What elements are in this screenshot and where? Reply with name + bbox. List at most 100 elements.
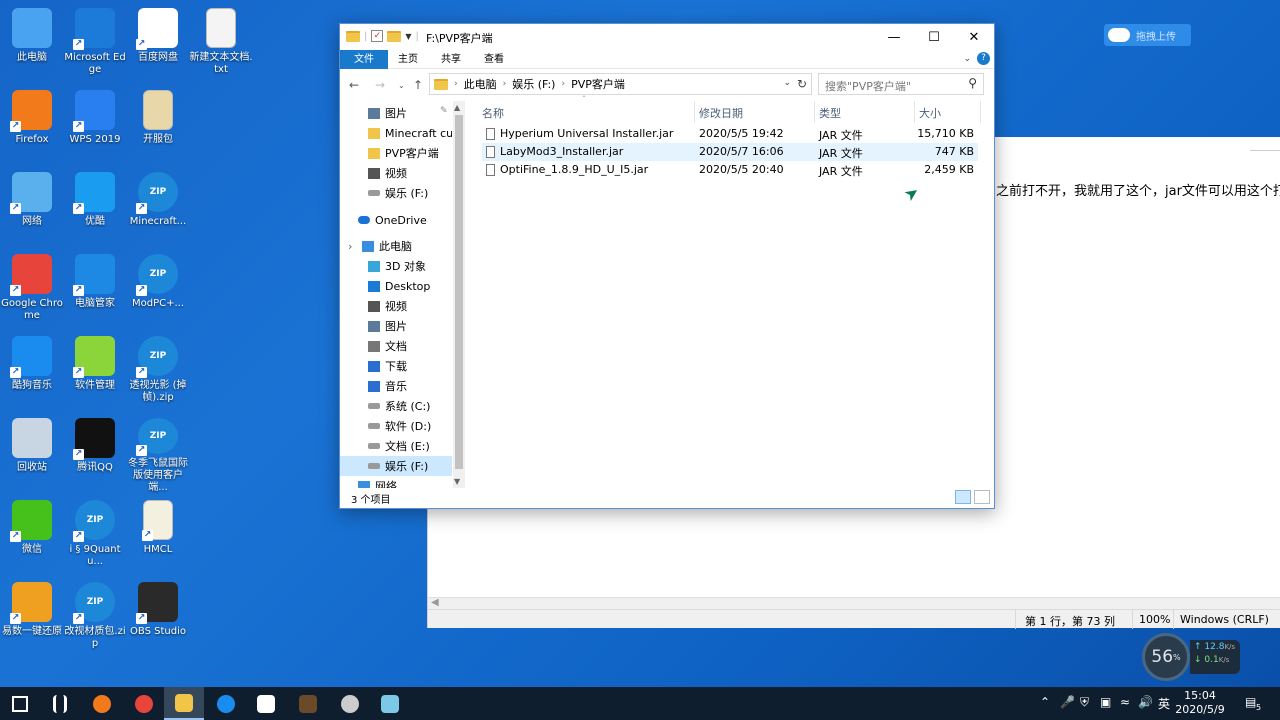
refresh-icon[interactable]: ↻ [797,77,807,91]
column-date[interactable]: 修改日期 [699,105,743,121]
notepad-text[interactable]: 之前打不开，我就用了这个，jar文件可以用这个打 [996,180,1280,199]
nav-item[interactable]: Desktop [340,276,452,296]
taskbar-minecraft-button[interactable] [288,687,328,720]
scroll-down-icon[interactable]: ▼ [454,477,460,486]
nav-item[interactable]: 文档 [340,336,452,356]
desktop-icon[interactable]: 百度网盘 [126,4,190,84]
desktop-icon[interactable]: ZIP 冬季飞鼠国际版使用客户端... [126,414,190,494]
back-icon[interactable]: ← [349,78,359,92]
column-name[interactable]: 名称 [482,105,504,121]
taskbar-store-button[interactable] [246,687,286,720]
nav-item[interactable]: 娱乐 (F:) [340,183,452,203]
scroll-up-icon[interactable]: ▲ [454,103,460,112]
nav-scrollbar-thumb[interactable] [455,115,463,469]
pin-icon[interactable]: ✎ [440,106,448,116]
nav-item[interactable]: 文档 (E:) [340,436,452,456]
breadcrumb-pvp-folder[interactable]: PVP客户端 [571,76,625,92]
desktop-icon[interactable]: 酷狗音乐 [0,332,64,412]
nav-item[interactable]: 娱乐 (F:) [340,456,452,476]
desktop-icon[interactable]: 此电脑 [0,4,64,84]
network-speed-widget[interactable]: 56% ↑ 12.8K/s ↓ 0.1K/s [1142,633,1240,681]
desktop-icon[interactable]: WPS 2019 [63,86,127,166]
up-icon[interactable]: ↑ [413,78,423,92]
notepad-horizontal-scrollbar[interactable]: ◀ [428,597,1280,609]
taskbar-obs-button[interactable] [330,687,370,720]
file-row[interactable]: LabyMod3_Installer.jar 2020/5/7 16:06 JAR … [482,143,978,161]
wifi-icon[interactable]: ≈ [1120,695,1130,709]
nav-item[interactable]: 3D 对象 [340,256,452,276]
search-icon[interactable]: ⚲ [968,76,977,90]
desktop-icon[interactable]: ZIP ⅰ § 9Quantu... [63,496,127,576]
tab-share[interactable]: 共享 [441,50,461,69]
nav-scrollbar[interactable]: ▲ ▼ [453,101,465,488]
taskbar-explorer-button[interactable] [164,687,204,720]
taskbar-start-button[interactable] [0,687,40,720]
desktop-icon[interactable]: 开服包 [126,86,190,166]
address-history-icon[interactable]: ⌄ [783,78,791,88]
notification-center-icon[interactable]: ▤ [1245,695,1256,709]
desktop-icon[interactable]: 腾讯QQ [63,414,127,494]
desktop-icon[interactable]: 软件管理 [63,332,127,412]
nav-item[interactable]: PVP客户端 [340,143,452,163]
desktop-icon[interactable]: 优酷 [63,168,127,248]
file-row[interactable]: OptiFine_1.8.9_HD_U_I5.jar 2020/5/5 20:40… [482,161,978,179]
help-icon[interactable]: ? [977,52,990,65]
file-explorer-window[interactable]: | ✓ ▼ | F:\PVP客户端 — ☐ ✕ 文件 主页 共享 查看 ⌄ ? … [339,23,995,509]
expand-ribbon-icon[interactable]: ⌄ [963,54,971,64]
close-button[interactable]: ✕ [954,24,994,50]
explorer-titlebar[interactable]: | ✓ ▼ | F:\PVP客户端 — ☐ ✕ [340,24,994,50]
desktop-icon[interactable]: ZIP Minecraft... [126,168,190,248]
address-bar[interactable]: › 此电脑 › 娱乐 (F:) › PVP客户端 ⌄ ↻ [429,73,812,95]
maximize-button[interactable]: ☐ [914,24,954,50]
taskbar-taskview-button[interactable] [40,687,80,720]
new-folder-icon[interactable] [387,30,402,42]
desktop-icon[interactable]: 新建文本文档.txt [189,4,253,84]
tab-file[interactable]: 文件 [340,50,388,69]
properties-icon[interactable]: ✓ [371,30,384,42]
search-box[interactable]: 搜索"PVP客户端" ⚲ [818,73,984,95]
large-icons-view-button[interactable] [974,490,990,504]
nav-item[interactable]: 系统 (C:) [340,396,452,416]
details-view-button[interactable] [955,490,971,504]
nav-item[interactable]: › 此电脑 [340,236,452,256]
nav-item[interactable]: 音乐 [340,376,452,396]
taskbar-notepad-button[interactable] [370,687,410,720]
desktop-icon[interactable]: ZIP 改视材质包.zip [63,578,127,658]
taskbar-clock[interactable]: 15:04 2020/5/9 [1172,689,1228,717]
nav-item[interactable]: 视频 [340,163,452,183]
nav-item[interactable]: 图片 [340,103,452,123]
show-hidden-icons[interactable]: ⌃ [1040,695,1050,709]
nav-item[interactable]: OneDrive [340,210,452,230]
nav-item[interactable]: 下载 [340,356,452,376]
expand-chevron-icon[interactable]: › [348,240,352,253]
column-size[interactable]: 大小 [919,105,941,121]
column-type[interactable]: 类型 [819,105,841,121]
desktop-icon[interactable]: HMCL [126,496,190,576]
forward-icon[interactable]: → [375,78,385,92]
tray-app-icon[interactable]: ▣ [1100,695,1111,709]
tab-view[interactable]: 查看 [484,50,504,69]
minimize-button[interactable]: — [874,24,914,50]
nav-item[interactable]: 视频 [340,296,452,316]
file-list-pane[interactable]: ˆ 名称 修改日期 类型 大小 Hyperium Universal Insta… [472,95,994,488]
desktop-icon[interactable]: 电脑管家 [63,250,127,330]
desktop-icon[interactable]: 回收站 [0,414,64,494]
file-row[interactable]: Hyperium Universal Installer.jar 2020/5/5… [482,125,978,143]
taskbar-chrome-button[interactable] [124,687,164,720]
desktop-icon[interactable]: Firefox [0,86,64,166]
desktop-icon[interactable]: ZIP ModPC+... [126,250,190,330]
baidu-upload-floater[interactable]: 拖拽上传 [1104,24,1191,46]
desktop-icon[interactable]: 网络 [0,168,64,248]
volume-icon[interactable]: 🔊 [1138,695,1153,709]
customize-toolbar-icon[interactable]: ▼ [405,32,411,41]
microphone-icon[interactable]: 🎤 [1060,695,1075,709]
taskbar-firefox-button[interactable] [82,687,122,720]
recent-locations-icon[interactable]: ⌄ [398,81,405,90]
security-shield-icon[interactable]: ⛨ [1080,695,1089,710]
scroll-left-icon[interactable]: ◀ [431,597,439,608]
nav-item[interactable]: 图片 [340,316,452,336]
nav-item[interactable]: Minecraft curseforge [340,123,452,143]
breadcrumb-drive-f[interactable]: 娱乐 (F:) [512,76,555,92]
desktop-icon[interactable]: 微信 [0,496,64,576]
desktop-icon[interactable]: 易数一键还原 [0,578,64,658]
